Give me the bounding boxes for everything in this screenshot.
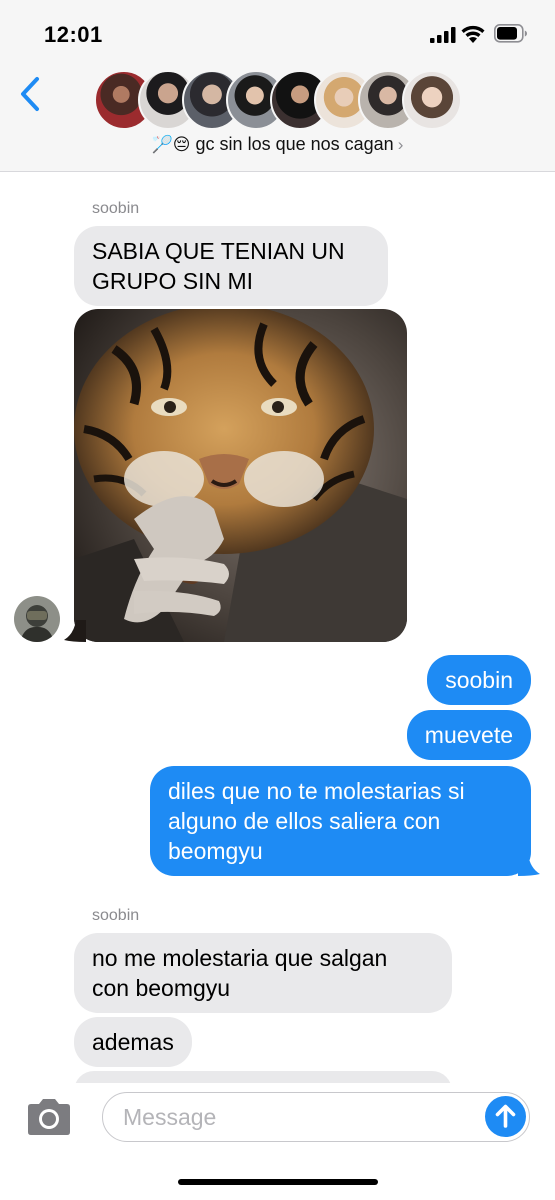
camera-icon[interactable] bbox=[24, 1097, 74, 1137]
tiger-photo-message[interactable] bbox=[74, 309, 407, 642]
status-time: 12:01 bbox=[44, 22, 103, 47]
incoming-message[interactable]: no me molestaria que salgan con beomgyu bbox=[74, 933, 452, 1013]
incoming-message[interactable]: ademas bbox=[74, 1017, 192, 1067]
outgoing-message[interactable]: soobin bbox=[427, 655, 531, 705]
wifi-icon bbox=[461, 25, 485, 43]
home-indicator[interactable] bbox=[178, 1179, 378, 1185]
message-line: con beomgyu bbox=[92, 975, 231, 1001]
sender-name: soobin bbox=[92, 907, 140, 924]
message-line: SABIA QUE TENIAN UN bbox=[92, 238, 345, 264]
member-avatar[interactable] bbox=[402, 70, 462, 130]
cellular-signal-icon bbox=[430, 27, 456, 43]
outgoing-message[interactable]: diles que no te molestarias si alguno de… bbox=[150, 766, 531, 876]
group-emojis: 🏸😔 bbox=[151, 135, 191, 155]
message-text: muevete bbox=[424, 722, 513, 748]
message-line: alguno de ellos saliera con bbox=[168, 808, 441, 834]
chevron-right-icon: › bbox=[397, 135, 404, 154]
message-line: beomgyu bbox=[168, 838, 263, 864]
message-text: ademas bbox=[92, 1029, 174, 1055]
status-bar: 12:01 bbox=[0, 0, 555, 62]
message-field[interactable] bbox=[102, 1092, 530, 1142]
arrow-up-icon bbox=[495, 1104, 516, 1128]
composer-bar bbox=[0, 1083, 555, 1200]
bubble-tail-icon bbox=[64, 620, 86, 642]
tiger-photo-icon bbox=[74, 309, 407, 642]
avatar-photo-icon bbox=[14, 596, 60, 642]
message-line: diles que no te molestarias si bbox=[168, 778, 465, 804]
message-line: no me molestaria que salgan bbox=[92, 945, 388, 971]
back-chevron-icon[interactable] bbox=[14, 74, 48, 114]
sender-name: soobin bbox=[92, 200, 140, 217]
outgoing-message[interactable]: muevete bbox=[406, 710, 531, 760]
sender-avatar[interactable] bbox=[14, 596, 60, 642]
send-button[interactable] bbox=[485, 1096, 526, 1137]
message-text: soobin bbox=[445, 667, 513, 693]
group-name[interactable]: 🏸😔 gc sin los que nos cagan › bbox=[0, 134, 555, 155]
bubble-tail-icon bbox=[518, 854, 540, 876]
conversation-header: 🏸😔 gc sin los que nos cagan › bbox=[0, 62, 555, 172]
battery-icon bbox=[494, 24, 527, 43]
message-line: GRUPO SIN MI bbox=[92, 268, 254, 294]
group-avatars[interactable] bbox=[94, 70, 464, 132]
incoming-message[interactable]: SABIA QUE TENIAN UN GRUPO SIN MI bbox=[74, 226, 388, 306]
message-input[interactable] bbox=[123, 1101, 473, 1133]
group-name-label: gc sin los que nos cagan bbox=[195, 134, 394, 154]
